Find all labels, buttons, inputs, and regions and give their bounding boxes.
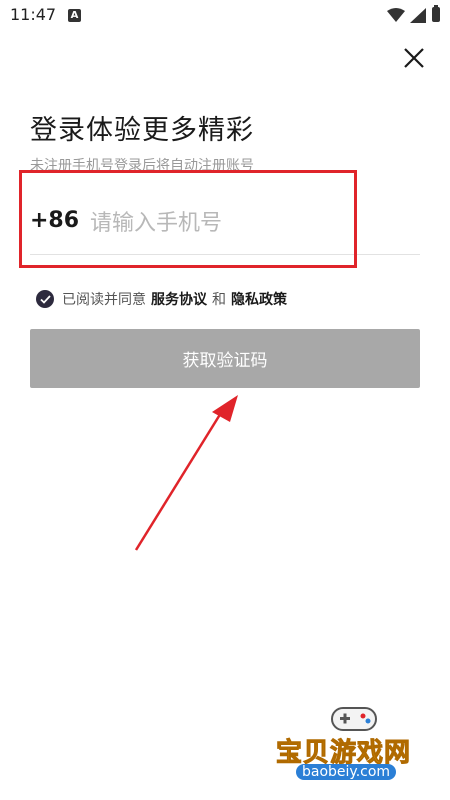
get-verification-code-button[interactable]: 获取验证码 (30, 329, 420, 388)
phone-number-input[interactable] (88, 204, 412, 242)
agreement-and: 和 (212, 292, 226, 308)
gamepad-icon (331, 707, 377, 731)
country-code[interactable]: +86 (30, 208, 79, 233)
phone-input-row: +86 (30, 196, 420, 255)
service-agreement-link[interactable]: 服务协议 (151, 289, 207, 309)
watermark-logo: 宝贝游戏网 baobeiy.com (270, 700, 440, 790)
check-icon (39, 294, 51, 304)
agreement-prefix: 已阅读并同意 (62, 292, 146, 308)
page-subtitle: 未注册手机号登录后将自动注册账号 (30, 158, 254, 174)
signal-icon (410, 8, 426, 23)
page-title: 登录体验更多精彩 (30, 115, 254, 146)
agreement-checkbox[interactable] (36, 290, 54, 308)
agreement-row: 已阅读并同意 服务协议 和 隐私政策 (36, 288, 292, 310)
watermark-url: baobeiy.com (296, 764, 397, 780)
privacy-policy-link[interactable]: 隐私政策 (231, 289, 287, 309)
wifi-icon (387, 8, 405, 22)
status-bar: 11:47 A (0, 0, 450, 34)
notification-a-icon: A (68, 9, 81, 22)
status-time: 11:47 (10, 5, 57, 24)
battery-icon (432, 5, 440, 22)
close-icon[interactable] (400, 44, 428, 72)
